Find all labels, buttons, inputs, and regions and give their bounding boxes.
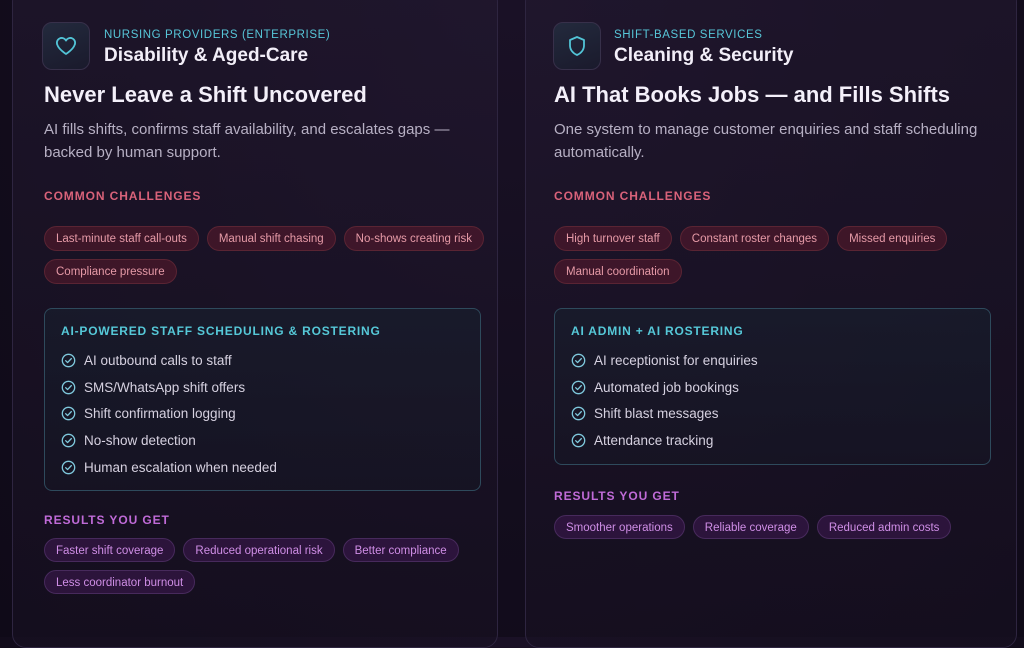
card-category-title: Cleaning & Security [614, 45, 794, 66]
card-eyebrow: NURSING PROVIDERS (ENTERPRISE) [104, 29, 331, 41]
feature-item: No-show detection [61, 427, 277, 454]
challenges-list: High turnover staff Constant roster chan… [554, 226, 974, 284]
feature-item-label: AI outbound calls to staff [84, 352, 232, 368]
feature-item: SMS/WhatsApp shift offers [61, 374, 277, 401]
check-circle-icon [571, 433, 586, 448]
challenge-pill: Compliance pressure [44, 259, 177, 284]
industry-card-disability-aged-care: NURSING PROVIDERS (ENTERPRISE) Disabilit… [12, 0, 498, 648]
result-pill: Reliable coverage [692, 515, 809, 539]
challenge-pill: High turnover staff [554, 226, 672, 251]
feature-box-title: AI-POWERED STAFF SCHEDULING & ROSTERING [61, 324, 381, 338]
card-eyebrow: SHIFT-BASED SERVICES [614, 29, 763, 41]
feature-item: Shift blast messages [571, 400, 758, 427]
heart-icon-box [42, 22, 90, 70]
challenge-pill: Constant roster changes [679, 226, 830, 251]
challenges-list: Last-minute staff call-outs Manual shift… [44, 226, 524, 284]
challenge-pill: Manual coordination [554, 259, 682, 284]
feature-item: AI receptionist for enquiries [571, 347, 758, 374]
challenges-label: COMMON CHALLENGES [554, 189, 712, 203]
feature-item: Automated job bookings [571, 374, 758, 401]
card-subtext: AI fills shifts, confirms staff availabi… [44, 121, 450, 161]
challenge-pill: Missed enquiries [837, 226, 948, 251]
results-list: Smoother operations Reliable coverage Re… [554, 515, 994, 539]
results-label: RESULTS YOU GET [44, 513, 170, 527]
card-headline: AI That Books Jobs — and Fills Shifts [554, 82, 951, 107]
challenge-pill: Last-minute staff call-outs [44, 226, 199, 251]
feature-box: AI-POWERED STAFF SCHEDULING & ROSTERING … [44, 308, 481, 491]
industry-card-cleaning-security: SHIFT-BASED SERVICES Cleaning & Security… [525, 0, 1017, 648]
feature-list: AI outbound calls to staff SMS/WhatsApp … [61, 347, 277, 480]
feature-item: AI outbound calls to staff [61, 347, 277, 374]
feature-item: Human escalation when needed [61, 454, 277, 481]
check-circle-icon [61, 380, 76, 394]
challenge-pill: Manual shift chasing [206, 226, 336, 251]
check-circle-icon [61, 460, 76, 474]
feature-box-title: AI ADMIN + AI ROSTERING [571, 324, 744, 338]
card-category-title: Disability & Aged-Care [104, 45, 309, 66]
check-circle-icon [61, 406, 76, 421]
check-circle-icon [571, 380, 586, 394]
results-list: Faster shift coverage Reduced operationa… [44, 538, 484, 594]
shield-icon-box [553, 22, 601, 70]
feature-item-label: No-show detection [84, 432, 196, 448]
feature-item-label: Shift blast messages [594, 406, 719, 422]
result-pill: Reduced admin costs [816, 515, 952, 539]
feature-item: Shift confirmation logging [61, 400, 277, 427]
result-pill: Less coordinator burnout [44, 570, 196, 594]
challenges-label: COMMON CHALLENGES [44, 189, 202, 203]
heart-icon [56, 37, 76, 55]
card-headline: Never Leave a Shift Uncovered [44, 82, 367, 107]
check-circle-icon [571, 406, 586, 421]
feature-item-label: Human escalation when needed [84, 459, 277, 475]
check-circle-icon [61, 353, 76, 368]
challenge-pill: No-shows creating risk [343, 226, 484, 251]
feature-item-label: Attendance tracking [594, 432, 714, 448]
result-pill: Reduced operational risk [183, 538, 335, 562]
check-circle-icon [571, 353, 586, 368]
feature-item-label: SMS/WhatsApp shift offers [84, 379, 246, 395]
result-pill: Faster shift coverage [44, 538, 176, 562]
feature-list: AI receptionist for enquiries Automated … [571, 347, 758, 454]
feature-box: AI ADMIN + AI ROSTERING AI receptionist … [554, 308, 991, 465]
results-label: RESULTS YOU GET [554, 489, 680, 503]
feature-item: Attendance tracking [571, 427, 758, 454]
result-pill: Better compliance [342, 538, 459, 562]
feature-item-label: AI receptionist for enquiries [594, 352, 758, 368]
feature-item-label: Shift confirmation logging [84, 406, 236, 422]
shield-icon [569, 36, 585, 56]
card-subtext: One system to manage customer enquiries … [554, 121, 978, 161]
feature-item-label: Automated job bookings [594, 379, 739, 395]
check-circle-icon [61, 433, 76, 448]
result-pill: Smoother operations [554, 515, 685, 539]
